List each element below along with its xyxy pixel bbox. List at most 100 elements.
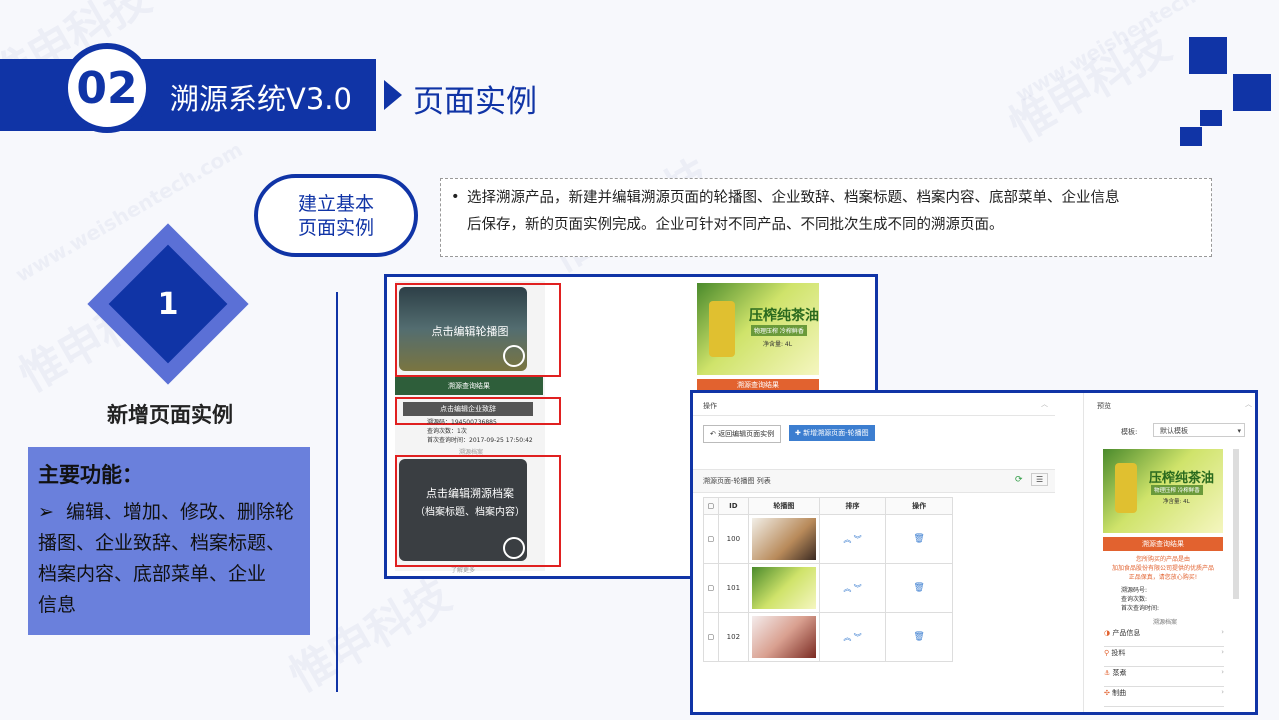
- decor-square: [1200, 110, 1222, 126]
- row-id: 101: [717, 563, 750, 613]
- col-op: 操作: [885, 497, 953, 515]
- carousel-table: ▢ ID 轮播图 排序 操作 ▢ 100 ︽ ︾ 🗑 ▢ 101 ︽ ︾ 🗑 ▢…: [703, 497, 953, 662]
- row-checkbox[interactable]: ▢: [703, 514, 719, 564]
- row-checkbox[interactable]: ▢: [703, 612, 719, 662]
- preview-label: 预览: [1097, 402, 1111, 410]
- bullet: •: [451, 189, 460, 205]
- preview-menu-item[interactable]: ⚲ 投料 ›: [1104, 648, 1224, 667]
- col-id: ID: [717, 497, 750, 515]
- oil-title: 压榨纯茶油: [1149, 471, 1215, 486]
- more-label: 了解更多: [451, 567, 476, 574]
- build-description: • 选择溯源产品，新建并编辑溯源页面的轮播图、企业致辞、档案标题、档案内容、底部…: [440, 178, 1212, 257]
- menu-label: 投料: [1111, 649, 1126, 657]
- row-sort-cell: ︽ ︾: [818, 612, 887, 662]
- function-list: ➢ 编辑、增加、修改、删除轮 播图、企业致辞、档案标题、 档案内容、底部菜单、企…: [38, 497, 306, 621]
- oil-net: 净含量: 4L: [763, 341, 793, 348]
- oil-sub: 物理压榨 冷榨鲜香: [1151, 485, 1203, 495]
- chevron-right-icon: ›: [1221, 668, 1224, 676]
- header-title: 溯源系统V3.0: [170, 82, 352, 116]
- query-count: 查询次数:: [1121, 596, 1148, 603]
- row-image-cell: [748, 612, 820, 662]
- highlight-box: [395, 283, 561, 377]
- plus-icon: ✚: [795, 429, 804, 437]
- decor-square: [1189, 37, 1227, 74]
- function-line: 播图、企业致辞、档案标题、: [38, 532, 286, 554]
- highlight-box: [395, 455, 561, 567]
- function-heading: 主要功能：: [38, 463, 143, 487]
- header-arrow-icon: [384, 80, 402, 110]
- function-line: 档案内容、底部菜单、企业: [38, 563, 267, 585]
- row-op-cell: 🗑: [885, 612, 953, 662]
- desc-line1: 选择溯源产品，新建并编辑溯源页面的轮播图、企业致辞、档案标题、档案内容、底部菜单…: [467, 190, 1120, 206]
- menu-label: 制曲: [1112, 689, 1127, 697]
- back-icon: ↶: [710, 430, 719, 438]
- section-number: 02: [62, 43, 152, 133]
- row-thumbnail: [751, 567, 816, 609]
- row-id: 102: [717, 612, 750, 662]
- move-up-icon[interactable]: ︽: [843, 535, 851, 544]
- thanks-line: 正品保真，请您放心购买!: [1128, 574, 1198, 581]
- query-result-bar: 溯源查询结果: [1103, 537, 1223, 551]
- first-query-time: 首次查询时间:: [1121, 605, 1160, 612]
- decor-square: [1180, 127, 1202, 146]
- oil-sub: 物理压榨 冷榨鲜香: [751, 325, 807, 336]
- row-thumbnail: [751, 616, 816, 658]
- arrow-bullet-icon: ➢: [38, 501, 54, 523]
- move-down-icon[interactable]: ︾: [854, 633, 862, 642]
- select-all-checkbox[interactable]: ▢: [703, 497, 719, 515]
- divider: [693, 415, 1055, 416]
- steam-icon: ⚓: [1104, 669, 1113, 677]
- mobile-preview: 点击编辑轮播图 溯源查询结果 点击编辑企业致辞 溯源码：194500736885…: [395, 281, 561, 574]
- function-box: 主要功能： ➢ 编辑、增加、修改、删除轮 播图、企业致辞、档案标题、 档案内容、…: [28, 447, 310, 635]
- chevron-right-icon: ›: [1221, 688, 1224, 696]
- trace-code: 溯源码：194500736885: [427, 419, 497, 426]
- oil-bottle: [709, 301, 735, 357]
- collapse-icon[interactable]: ︿: [1041, 399, 1048, 409]
- chevron-right-icon: ›: [1221, 628, 1224, 636]
- row-op-cell: 🗑: [885, 514, 953, 564]
- row-checkbox[interactable]: ▢: [703, 563, 719, 613]
- archive-label: 溯源档案: [1153, 619, 1178, 626]
- trash-icon[interactable]: 🗑: [913, 534, 924, 544]
- move-up-icon[interactable]: ︽: [843, 633, 851, 642]
- preview-menu-item[interactable]: ✣ 制曲 ›: [1104, 688, 1224, 707]
- new-button-label: 新增溯源页面-轮播图: [803, 429, 869, 437]
- thanks-line: 您所购买的产品是由: [1135, 556, 1190, 563]
- move-down-icon[interactable]: ︾: [854, 584, 862, 593]
- columns-icon[interactable]: ☰: [1031, 473, 1049, 486]
- new-carousel-button[interactable]: ✚ 新增溯源页面-轮播图: [789, 425, 875, 441]
- menu-label: 产品信息: [1112, 629, 1141, 637]
- query-count: 查询次数：1次: [427, 428, 467, 435]
- template-select[interactable]: 默认模板 ▾: [1153, 423, 1245, 437]
- preview-menu-item[interactable]: ◑ 产品信息 ›: [1104, 628, 1224, 647]
- preview-menu-item[interactable]: ⚓ 蒸煮 ›: [1104, 668, 1224, 687]
- back-button[interactable]: ↶ 返回编辑页面实例: [703, 425, 782, 443]
- table-row: ▢ 100 ︽ ︾ 🗑: [703, 514, 953, 564]
- oil-title: 压榨纯茶油: [749, 308, 819, 324]
- move-down-icon[interactable]: ︾: [854, 535, 862, 544]
- decor-square: [1233, 74, 1271, 111]
- refresh-icon[interactable]: ⟳: [1015, 475, 1023, 485]
- collapse-icon[interactable]: ︿: [1245, 399, 1252, 409]
- desc-line2: 后保存，新的页面实例完成。企业可针对不同产品、不同批次生成不同的溯源页面。: [467, 217, 1004, 233]
- step-title: 新增页面实例: [107, 403, 233, 427]
- function-line: 编辑、增加、修改、删除轮: [66, 501, 295, 523]
- move-up-icon[interactable]: ︽: [843, 584, 851, 593]
- thanks-line: 加加食品股份有限公司提供的优质产品: [1111, 565, 1214, 572]
- chevron-right-icon: ›: [1221, 648, 1224, 656]
- build-pill-line1: 建立基本: [297, 192, 374, 215]
- query-result-bar: 溯源查询结果: [395, 377, 543, 395]
- step-number: 1: [157, 287, 179, 322]
- table-row: ▢ 101 ︽ ︾ 🗑: [703, 563, 953, 613]
- trash-icon[interactable]: 🗑: [913, 632, 924, 642]
- col-sort: 排序: [818, 497, 887, 515]
- trash-icon[interactable]: 🗑: [913, 583, 924, 593]
- template-value: 默认模板: [1160, 427, 1188, 435]
- build-pill-line2: 页面实例: [297, 216, 374, 239]
- build-pill: 建立基本 页面实例: [254, 174, 418, 257]
- scrollbar[interactable]: [1233, 449, 1239, 599]
- col-image: 轮播图: [748, 497, 820, 515]
- oil-bottle: [1115, 463, 1137, 513]
- header-subtitle: 页面实例: [413, 84, 537, 120]
- function-line: 信息: [38, 594, 77, 616]
